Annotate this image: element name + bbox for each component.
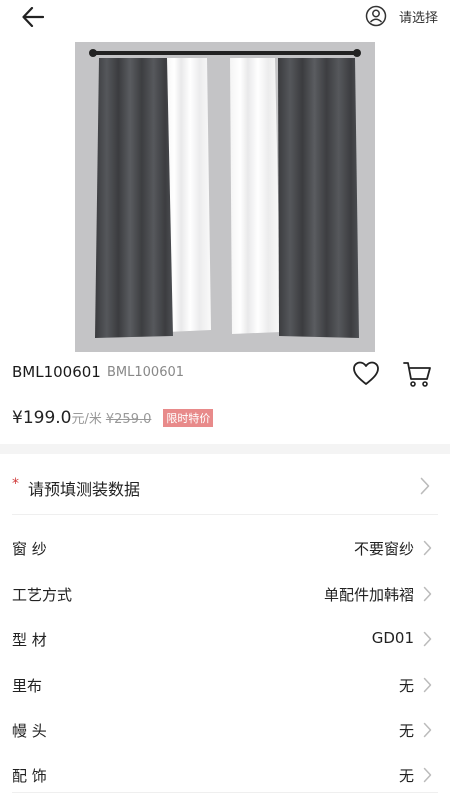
option-label: 里布 xyxy=(12,677,43,695)
option-value: 不要窗纱 xyxy=(353,540,414,558)
current-price: ¥199.0 xyxy=(12,408,72,428)
option-label: 幔 头 xyxy=(12,722,47,740)
original-price: ¥259.0 xyxy=(105,412,152,427)
option-row-window-sheer[interactable]: 窗 纱 不要窗纱 xyxy=(0,528,450,568)
chevron-right-icon xyxy=(423,722,432,738)
section-divider xyxy=(0,444,450,454)
measurement-data-row[interactable]: * 请预填测装数据 xyxy=(0,466,450,508)
promo-badge: 限时特价 xyxy=(163,409,214,427)
chevron-right-icon xyxy=(423,540,432,556)
user-select-button[interactable]: 请选择 xyxy=(365,5,438,27)
add-to-cart-button[interactable] xyxy=(402,360,432,388)
chevron-right-icon xyxy=(423,677,432,693)
option-row-valance[interactable]: 幔 头 无 xyxy=(0,710,450,750)
divider xyxy=(12,514,438,515)
option-row-craft[interactable]: 工艺方式 单配件加韩褶 xyxy=(0,574,450,614)
option-label: 窗 纱 xyxy=(12,540,47,558)
product-title-row: BML100601 BML100601 xyxy=(12,360,438,390)
back-arrow-icon xyxy=(22,7,44,27)
price-row: ¥199.0 元/米 ¥259.0 限时特价 xyxy=(12,408,214,434)
required-mark: * xyxy=(12,476,19,492)
option-row-accessory[interactable]: 配 饰 无 xyxy=(0,755,450,795)
product-image xyxy=(75,42,375,352)
price-unit: 元/米 xyxy=(71,412,102,427)
option-label: 工艺方式 xyxy=(12,586,73,604)
chevron-right-icon xyxy=(423,767,432,783)
divider xyxy=(12,792,438,793)
option-value: 无 xyxy=(398,767,414,785)
back-button[interactable] xyxy=(18,4,48,30)
option-value: 无 xyxy=(398,722,414,740)
user-icon xyxy=(365,5,387,27)
user-select-label: 请选择 xyxy=(398,10,438,26)
favorite-button[interactable] xyxy=(352,360,380,386)
measurement-label: 请预填测装数据 xyxy=(28,480,141,499)
option-row-lining[interactable]: 里布 无 xyxy=(0,665,450,705)
cart-icon xyxy=(403,362,431,387)
product-sku: BML100601 xyxy=(12,363,101,381)
chevron-right-icon xyxy=(423,631,432,647)
option-value: 单配件加韩褶 xyxy=(323,586,414,604)
chevron-right-icon xyxy=(423,586,432,602)
option-label: 配 饰 xyxy=(12,767,47,785)
top-bar: 请选择 xyxy=(0,0,450,36)
option-value: GD01 xyxy=(371,629,414,647)
chevron-right-icon xyxy=(420,477,430,495)
heart-icon xyxy=(353,361,379,385)
option-row-profile[interactable]: 型 材 GD01 xyxy=(0,619,450,659)
option-value: 无 xyxy=(398,677,414,695)
product-sku-secondary: BML100601 xyxy=(107,365,185,380)
option-label: 型 材 xyxy=(12,631,47,649)
